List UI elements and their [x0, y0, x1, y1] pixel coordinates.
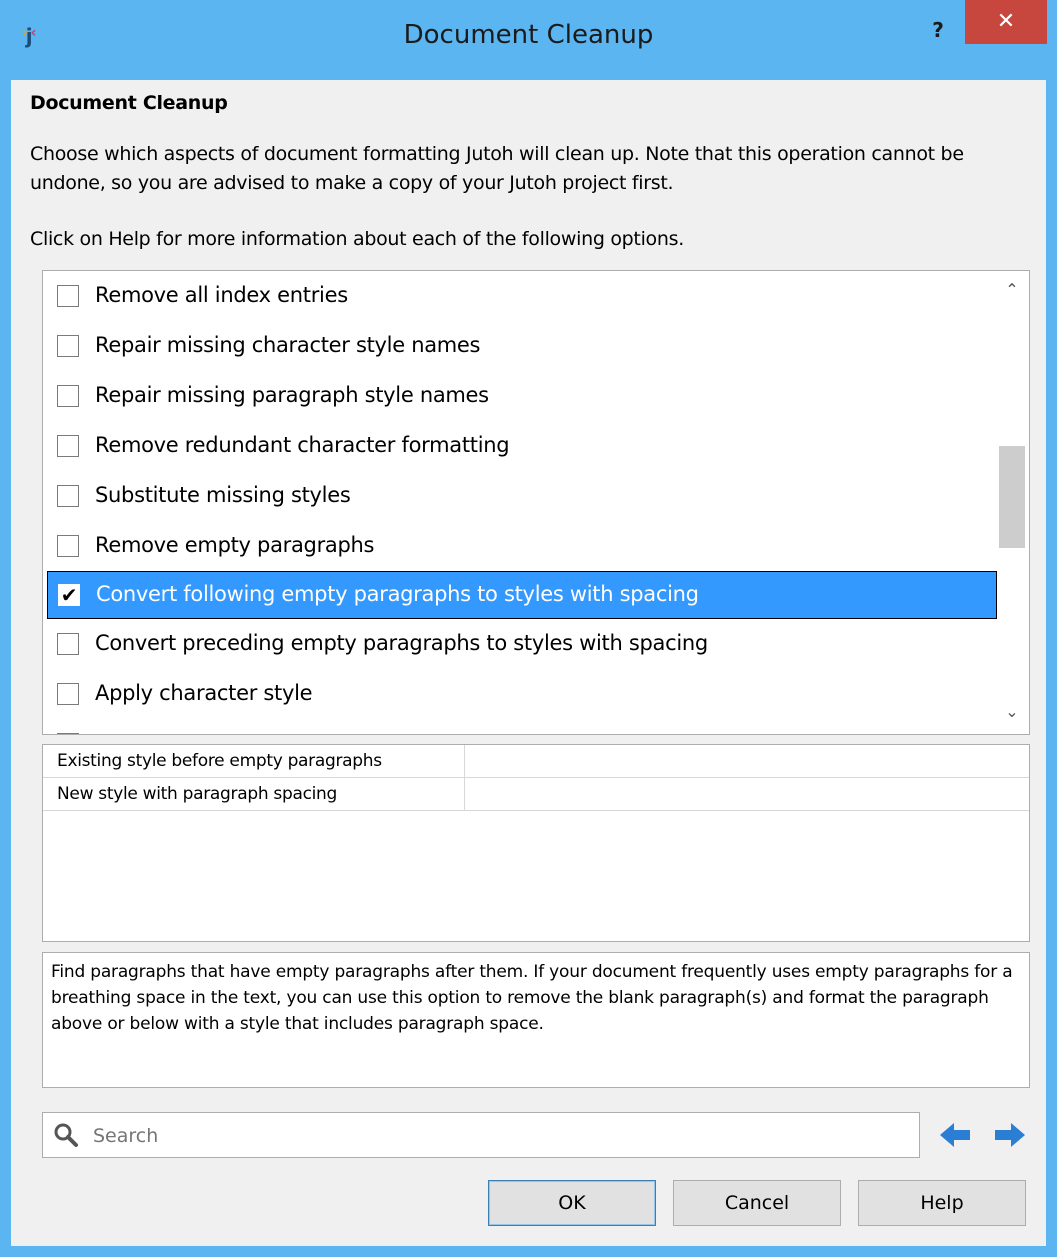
property-value[interactable] [465, 778, 1025, 810]
property-row[interactable]: New style with paragraph spacing [43, 778, 1029, 811]
option-label: Repair missing paragraph style names [95, 383, 489, 407]
chevron-down-icon[interactable]: ⌄ [999, 699, 1025, 725]
dialog-heading: Document Cleanup [30, 92, 228, 114]
option-properties-grid: Existing style before empty paragraphs N… [42, 744, 1030, 942]
option-label: Remove redundant character formatting [95, 433, 510, 457]
option-checkbox-checked[interactable]: ✔ [58, 584, 80, 606]
property-name: Existing style before empty paragraphs [43, 745, 465, 777]
option-label: Remove all index entries [95, 283, 348, 307]
context-help-button[interactable]: ? [920, 12, 956, 48]
cancel-button[interactable]: Cancel [673, 1180, 841, 1226]
option-checkbox[interactable] [57, 435, 79, 457]
option-label: Repair missing character style names [95, 333, 481, 357]
close-icon: ✕ [996, 9, 1016, 34]
option-label: Substitute missing styles [95, 483, 351, 507]
option-item[interactable]: Apply character style [47, 671, 997, 719]
option-label: Remove empty paragraphs [95, 533, 375, 557]
help-button[interactable]: Help [858, 1180, 1026, 1226]
option-item[interactable]: Substitute missing styles [47, 473, 997, 521]
option-checkbox[interactable] [57, 335, 79, 357]
search-box[interactable] [42, 1112, 920, 1158]
arrow-left-icon[interactable] [938, 1120, 972, 1150]
window-title: Document Cleanup [403, 20, 654, 50]
option-item-selected[interactable]: ✔ Convert following empty paragraphs to … [47, 571, 997, 619]
close-button[interactable]: ✕ [965, 0, 1047, 44]
scrollbar-thumb[interactable] [999, 446, 1025, 548]
option-checkbox[interactable] [57, 485, 79, 507]
option-item[interactable]: Repair missing character style names [47, 323, 997, 371]
option-checkbox[interactable] [57, 535, 79, 557]
cleanup-options-list[interactable]: Remove all index entries Repair missing … [42, 270, 1030, 735]
option-item[interactable]: Remove empty paragraphs [47, 523, 997, 571]
property-name: New style with paragraph spacing [43, 778, 465, 810]
option-item[interactable]: Convert preceding empty paragraphs to st… [47, 621, 997, 669]
option-description-box: Find paragraphs that have empty paragrap… [42, 952, 1030, 1088]
option-checkbox[interactable] [57, 285, 79, 307]
option-item[interactable]: Remove all index entries [47, 273, 997, 321]
property-value[interactable] [465, 745, 1025, 777]
chevron-up-icon[interactable]: ⌃ [999, 277, 1025, 303]
dialog-hint: Click on Help for more information about… [30, 228, 684, 250]
option-label: Apply character style [95, 681, 313, 705]
search-icon [54, 1123, 78, 1147]
dialog-window: ›j‹ Document Cleanup ? ✕ Document Cleanu… [0, 0, 1057, 1257]
title-bar[interactable]: ›j‹ Document Cleanup ? ✕ [0, 0, 1057, 80]
search-input[interactable] [91, 1119, 915, 1153]
option-label: Convert preceding empty paragraphs to st… [95, 631, 708, 655]
dialog-description: Choose which aspects of document formatt… [30, 143, 964, 194]
option-checkbox[interactable] [57, 385, 79, 407]
option-item-partial[interactable] [47, 721, 997, 734]
option-item[interactable]: Remove redundant character formatting [47, 423, 997, 471]
option-label: Convert following empty paragraphs to st… [96, 582, 699, 606]
arrow-right-icon[interactable] [993, 1120, 1027, 1150]
option-item[interactable]: Repair missing paragraph style names [47, 373, 997, 421]
option-checkbox[interactable] [57, 633, 79, 655]
option-checkbox[interactable] [57, 733, 79, 734]
property-row[interactable]: Existing style before empty paragraphs [43, 745, 1029, 778]
option-checkbox[interactable] [57, 683, 79, 705]
ok-button[interactable]: OK [488, 1180, 656, 1226]
